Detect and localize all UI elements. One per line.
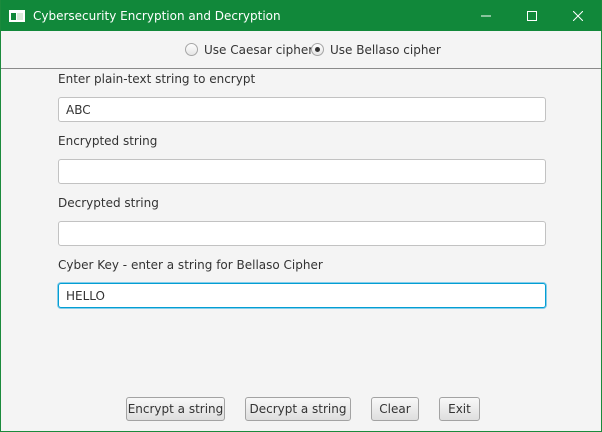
encrypt-button[interactable]: Encrypt a string bbox=[126, 397, 225, 421]
bellaso-radio-indicator[interactable] bbox=[311, 43, 324, 56]
cyber-key-label: Cyber Key - enter a string for Bellaso C… bbox=[58, 258, 323, 272]
window-controls bbox=[463, 0, 601, 31]
encrypted-string-input[interactable] bbox=[58, 159, 546, 184]
maximize-button[interactable] bbox=[509, 0, 555, 31]
plain-text-input[interactable] bbox=[58, 97, 546, 122]
close-icon bbox=[573, 10, 583, 21]
clear-button[interactable]: Clear bbox=[371, 397, 419, 421]
title-bar[interactable]: Cybersecurity Encryption and Decryption bbox=[1, 0, 601, 31]
encrypted-string-label: Encrypted string bbox=[58, 134, 158, 148]
caesar-radio-label: Use Caesar cipher bbox=[204, 42, 314, 57]
caesar-cipher-radio[interactable]: Use Caesar cipher bbox=[185, 31, 313, 68]
plain-text-label: Enter plain-text string to encrypt bbox=[58, 72, 256, 86]
application-window: Cybersecurity Encryption and Decryption bbox=[0, 0, 602, 432]
bellaso-cipher-radio[interactable]: Use Bellaso cipher bbox=[311, 31, 441, 68]
minimize-icon bbox=[481, 11, 491, 21]
maximize-icon bbox=[527, 10, 537, 21]
exit-button[interactable]: Exit bbox=[439, 397, 480, 421]
decrypted-string-label: Decrypted string bbox=[58, 196, 159, 210]
app-window-icon bbox=[9, 9, 25, 22]
decrypt-button[interactable]: Decrypt a string bbox=[245, 397, 351, 421]
close-button[interactable] bbox=[555, 0, 601, 31]
cipher-selector: Use Caesar cipher Use Bellaso cipher bbox=[1, 31, 601, 69]
decrypted-string-input[interactable] bbox=[58, 221, 546, 246]
window-title: Cybersecurity Encryption and Decryption bbox=[33, 8, 281, 23]
bellaso-radio-label: Use Bellaso cipher bbox=[330, 42, 441, 57]
caesar-radio-indicator[interactable] bbox=[185, 43, 198, 56]
cyber-key-input[interactable] bbox=[58, 283, 546, 308]
minimize-button[interactable] bbox=[463, 0, 509, 31]
